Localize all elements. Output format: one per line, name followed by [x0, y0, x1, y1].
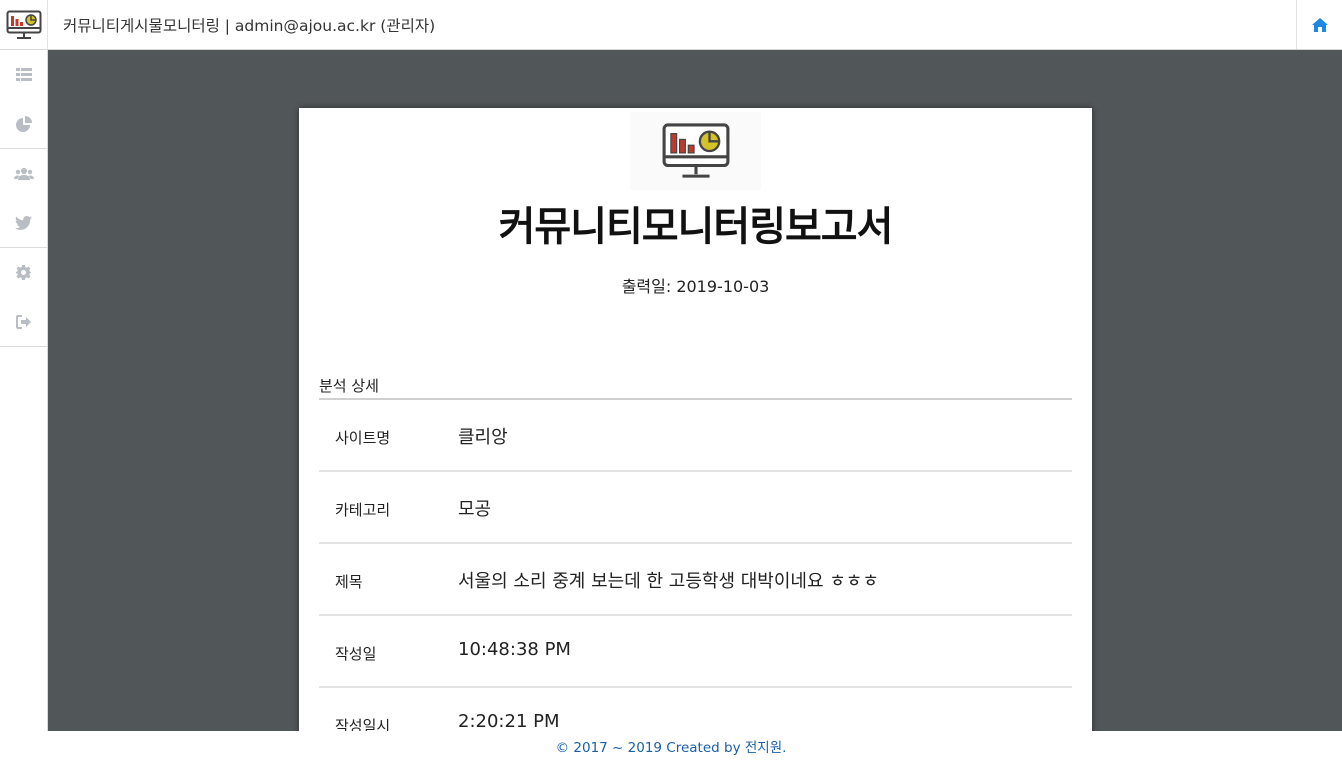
monitor-chart-icon: [6, 10, 41, 39]
footer: © 2017 ~ 2019 Created by 전지원.: [0, 731, 1342, 761]
detail-label: 사이트명: [335, 429, 391, 447]
sidebar-item-twitter[interactable]: [0, 198, 47, 247]
sidebar-item-list[interactable]: [0, 50, 47, 99]
detail-value: 모공: [458, 499, 492, 520]
detail-row-created-date: 작성일 10:48:38 PM: [319, 616, 1072, 688]
report-document: 커뮤니티모니터링보고서 출력일: 2019-10-03 분석 상세 사이트명 클…: [299, 108, 1092, 731]
sidebar-item-settings[interactable]: [0, 248, 47, 297]
report-print-date: 출력일: 2019-10-03: [621, 277, 770, 296]
app-logo[interactable]: [0, 0, 48, 49]
section-title: 분석 상세: [319, 377, 379, 395]
detail-row-title: 제목 서울의 소리 중계 보는데 한 고등학생 대박이네요 ㅎㅎㅎ: [319, 544, 1072, 616]
main-content[interactable]: 커뮤니티모니터링보고서 출력일: 2019-10-03 분석 상세 사이트명 클…: [48, 50, 1342, 731]
detail-row-site: 사이트명 클리앙: [319, 400, 1072, 472]
detail-table: 사이트명 클리앙 카테고리 모공 제목 서울의 소리 중계 보는데 한 고등학생…: [319, 400, 1072, 731]
twitter-icon: [15, 215, 32, 230]
detail-label: 제목: [335, 573, 363, 591]
home-icon: [1311, 17, 1328, 32]
sidebar-group-system: [0, 248, 47, 347]
sidebar-group-social: [0, 149, 47, 248]
home-button[interactable]: [1296, 0, 1342, 49]
detail-label: 카테고리: [335, 501, 391, 519]
app-title: 커뮤니티게시물모니터링 | admin@ajou.ac.kr (관리자): [63, 17, 436, 35]
detail-value: 클리앙: [458, 427, 508, 448]
detail-value: 2:20:21 PM: [458, 711, 560, 731]
users-icon: [13, 167, 34, 180]
pie-chart-icon: [15, 115, 32, 132]
detail-value: 10:48:38 PM: [458, 639, 571, 660]
sidebar: [0, 50, 48, 731]
footer-credit: © 2017 ~ 2019 Created by 전지원.: [555, 740, 787, 756]
top-header: 커뮤니티게시물모니터링 | admin@ajou.ac.kr (관리자): [0, 0, 1342, 50]
sidebar-item-statistics[interactable]: [0, 99, 47, 148]
list-icon: [15, 68, 32, 81]
gear-icon: [16, 265, 31, 280]
detail-row-category: 카테고리 모공: [319, 472, 1072, 544]
detail-value: 서울의 소리 중계 보는데 한 고등학생 대박이네요 ㅎㅎㅎ: [458, 571, 879, 592]
report-logo: [630, 112, 761, 190]
sign-out-icon: [15, 314, 31, 329]
sidebar-item-logout[interactable]: [0, 297, 47, 346]
detail-row-created-datetime: 작성일시 2:20:21 PM: [319, 688, 1072, 731]
detail-label: 작성일시: [335, 717, 391, 731]
monitor-chart-icon: [662, 123, 729, 178]
sidebar-group-analysis: [0, 50, 47, 149]
report-title: 커뮤니티모니터링보고서: [498, 204, 894, 250]
sidebar-item-users[interactable]: [0, 149, 47, 198]
detail-label: 작성일: [335, 645, 377, 663]
